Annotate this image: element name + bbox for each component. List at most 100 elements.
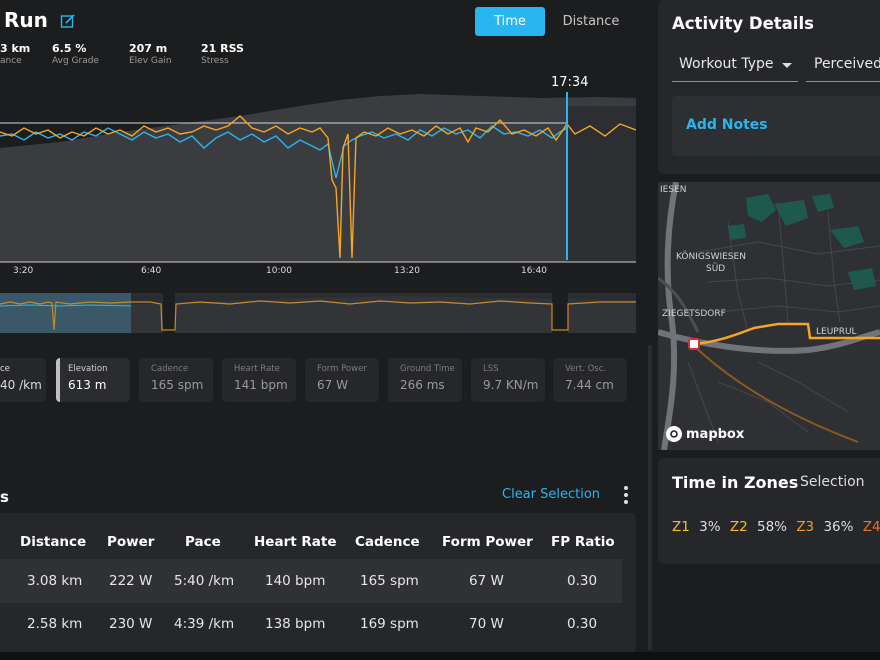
perceived-label: Perceived bbox=[814, 56, 880, 72]
table-cell: 0.30 bbox=[567, 616, 598, 632]
map-label: IESEN bbox=[660, 185, 686, 195]
table-cell: 138 bpm bbox=[265, 616, 326, 632]
zone-label: Z1 bbox=[672, 519, 690, 535]
stat-avg-grade: 6.5 % Avg Grade bbox=[52, 42, 99, 66]
metric-tile-label: Form Power bbox=[317, 364, 367, 374]
zone-label: Z4 bbox=[862, 519, 880, 535]
zones-list: Z1 3% Z2 58% Z3 36% Z4 bbox=[672, 519, 880, 535]
metric-tile-label: Heart Rate bbox=[234, 364, 280, 374]
x-tick-label: 3:20 bbox=[13, 266, 34, 276]
metric-tile-form-power[interactable]: Form Power 67 W bbox=[305, 358, 379, 402]
metric-tile-value: 67 W bbox=[317, 378, 348, 392]
overview-gap bbox=[552, 293, 568, 333]
stat-stress: 21 RSS Stress bbox=[201, 42, 244, 66]
column-header-distance[interactable]: Distance bbox=[20, 534, 86, 550]
map-label: ZIEGETSDORF bbox=[662, 309, 726, 319]
zone-label: Z2 bbox=[729, 519, 748, 535]
route-map[interactable]: IESEN KÖNIGSWIESEN SÜD ZIEGETSDORF LEUPR… bbox=[658, 182, 880, 450]
time-toggle-button[interactable]: Time bbox=[475, 7, 545, 36]
x-tick-label: 10:00 bbox=[266, 266, 292, 276]
table-cell: 0.30 bbox=[567, 573, 598, 589]
footer-bar bbox=[0, 652, 880, 660]
mapbox-text: mapbox bbox=[686, 426, 745, 442]
more-options-icon[interactable] bbox=[617, 484, 635, 506]
map-label: SÜD bbox=[706, 263, 725, 274]
add-notes-link[interactable]: Add Notes bbox=[686, 117, 768, 133]
activity-chart[interactable] bbox=[0, 88, 636, 264]
overview-gap bbox=[163, 293, 175, 333]
stat-label: Stress bbox=[201, 56, 229, 66]
table-cell: 222 W bbox=[109, 573, 153, 589]
metric-tile-value: 141 bpm bbox=[234, 378, 288, 392]
metric-tile-ground-time[interactable]: Ground Time 266 ms bbox=[388, 358, 462, 402]
mapbox-logo-icon bbox=[666, 426, 682, 442]
column-header-form-power[interactable]: Form Power bbox=[442, 534, 533, 550]
x-tick-label: 16:40 bbox=[521, 266, 547, 276]
metric-tile-lss[interactable]: LSS 9.7 KN/m bbox=[471, 358, 545, 402]
laps-title: s bbox=[0, 488, 9, 506]
workout-type-dropdown[interactable]: Workout Type bbox=[672, 50, 798, 82]
table-cell: 3.08 km bbox=[27, 573, 83, 589]
perceived-effort-dropdown[interactable]: Perceived bbox=[806, 50, 880, 82]
column-header-heart-rate[interactable]: Heart Rate bbox=[254, 534, 337, 550]
metric-tile-vert-osc[interactable]: Vert. Osc. 7.44 cm bbox=[553, 358, 627, 402]
metric-tile-value: 40 /km bbox=[0, 378, 42, 392]
elevation-area-dark bbox=[567, 106, 636, 262]
metric-tile-label: Elevation bbox=[68, 364, 108, 374]
zones-selection-label: Selection bbox=[800, 474, 865, 490]
metric-tile-cadence[interactable]: Cadence 165 spm bbox=[139, 358, 213, 402]
table-cell: 67 W bbox=[469, 573, 504, 589]
activity-details-title: Activity Details bbox=[672, 14, 814, 33]
clear-selection-button[interactable]: Clear Selection bbox=[502, 487, 600, 502]
metric-tile-elevation[interactable]: Elevation 613 m bbox=[56, 358, 130, 402]
stat-value: 3 km bbox=[0, 42, 31, 55]
metric-tile-label: Cadence bbox=[151, 364, 189, 374]
table-cell: 5:40 /km bbox=[174, 573, 235, 589]
zone-percent: 58% bbox=[757, 519, 788, 535]
metric-tile-value: 9.7 KN/m bbox=[483, 378, 539, 392]
elevation-area bbox=[0, 94, 636, 262]
x-tick-label: 13:20 bbox=[394, 266, 420, 276]
overview-selection bbox=[0, 293, 131, 333]
table-cell: 4:39 /km bbox=[174, 616, 235, 632]
metric-tile-label: ce bbox=[0, 364, 10, 374]
stat-elev-gain: 207 m Elev Gain bbox=[129, 42, 172, 66]
metric-tile-value: 165 spm bbox=[151, 378, 204, 392]
distance-toggle-button[interactable]: Distance bbox=[555, 7, 627, 36]
overview-chart[interactable] bbox=[0, 290, 636, 334]
table-cell: 230 W bbox=[109, 616, 153, 632]
page-title: Run bbox=[4, 8, 48, 32]
zone-percent: 36% bbox=[823, 519, 854, 535]
map-label: KÖNIGSWIESEN bbox=[676, 251, 746, 262]
scrollbar[interactable] bbox=[648, 345, 652, 650]
table-cell: 169 spm bbox=[360, 616, 419, 632]
stat-value: 207 m bbox=[129, 42, 168, 55]
stat-label: ance bbox=[0, 56, 22, 66]
stat-label: Avg Grade bbox=[52, 56, 99, 66]
workout-type-label: Workout Type bbox=[679, 56, 774, 72]
mapbox-attribution[interactable]: mapbox bbox=[666, 426, 744, 442]
edit-icon[interactable] bbox=[60, 13, 76, 29]
table-cell: 70 W bbox=[469, 616, 504, 632]
stat-value: 6.5 % bbox=[52, 42, 87, 55]
column-header-power[interactable]: Power bbox=[107, 534, 154, 550]
zone-label: Z3 bbox=[796, 519, 815, 535]
metric-tile-pace[interactable]: ce 40 /km bbox=[0, 358, 46, 402]
stat-value: 21 RSS bbox=[201, 42, 244, 55]
column-header-cadence[interactable]: Cadence bbox=[355, 534, 420, 550]
metric-tile-value: 613 m bbox=[68, 378, 107, 392]
metric-tile-label: Ground Time bbox=[400, 364, 455, 374]
stat-distance: 3 km ance bbox=[0, 42, 30, 66]
column-header-pace[interactable]: Pace bbox=[185, 534, 221, 550]
metric-tile-label: LSS bbox=[483, 364, 499, 374]
table-cell: 2.58 km bbox=[27, 616, 83, 632]
stat-label: Elev Gain bbox=[129, 56, 172, 66]
table-cell: 165 spm bbox=[360, 573, 419, 589]
zone-percent: 3% bbox=[699, 519, 721, 535]
time-in-zones-title: Time in Zones bbox=[672, 473, 799, 492]
metric-tile-label: Vert. Osc. bbox=[565, 364, 607, 374]
start-marker bbox=[688, 338, 700, 350]
metric-tile-heart-rate[interactable]: Heart Rate 141 bpm bbox=[222, 358, 296, 402]
column-header-fp-ratio[interactable]: FP Ratio bbox=[551, 534, 615, 550]
map-label: LEUPRUL bbox=[816, 327, 857, 337]
